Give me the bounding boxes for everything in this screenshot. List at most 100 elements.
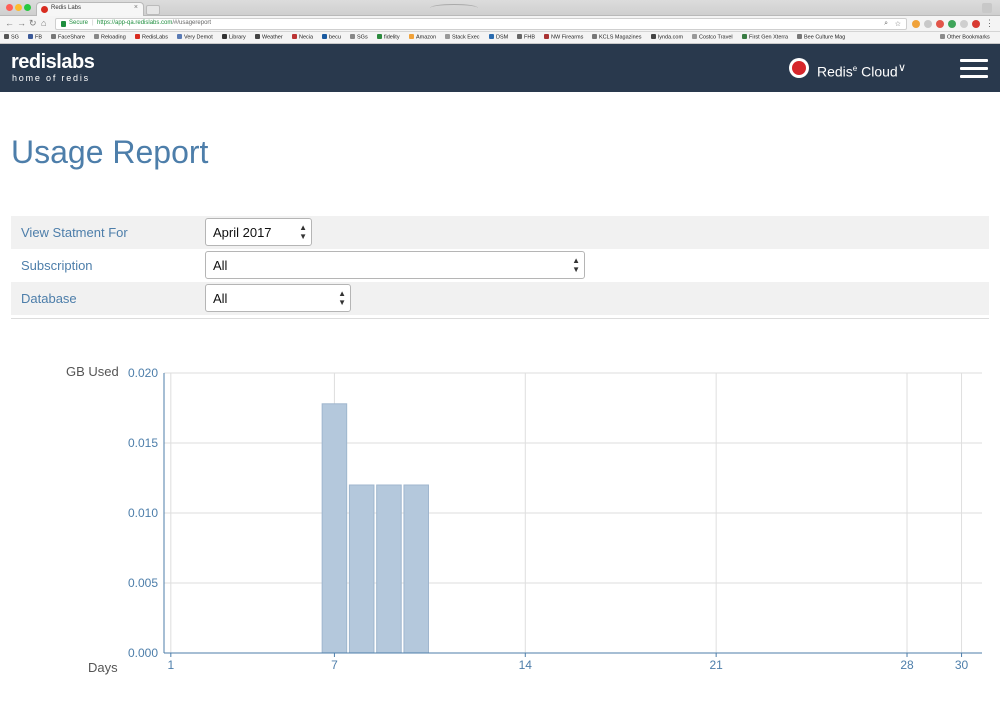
subscription-select[interactable]: All ▲ ▼ <box>205 251 585 279</box>
other-bookmarks[interactable]: Other Bookmarks <box>940 34 990 41</box>
bookmark-item[interactable]: First Gen Xterra <box>742 34 788 41</box>
usage-bar-day-10[interactable] <box>403 484 429 654</box>
hamburger-menu-icon[interactable] <box>960 59 988 79</box>
usage-bar-day-9[interactable] <box>376 484 402 654</box>
secure-label: Secure <box>69 20 89 26</box>
x-axis-title: Days <box>88 660 118 675</box>
window-decoration <box>430 4 478 12</box>
y-tick-label: 0.015 <box>128 436 158 450</box>
bookmark-item[interactable]: Bee Culture Mag <box>797 34 845 41</box>
browser-tab-strip: Redis Labs × <box>0 0 1000 16</box>
extension-icon[interactable] <box>924 20 932 28</box>
subscription-label: Subscription <box>21 258 93 273</box>
reload-icon[interactable]: ↻ <box>29 18 37 29</box>
select-arrows-icon: ▲ ▼ <box>338 289 346 307</box>
statement-month-select[interactable]: April 2017 ▲ ▼ <box>205 218 312 246</box>
bookmark-item[interactable]: Very Demot <box>177 34 213 41</box>
bookmark-label: Reloading <box>101 34 126 41</box>
bookmark-icon <box>409 34 414 39</box>
back-icon[interactable]: ← <box>5 18 14 29</box>
bookmark-label: NW Firearms <box>551 34 584 41</box>
extension-icon[interactable] <box>948 20 956 28</box>
product-switcher[interactable]: Redise Cloud <box>817 61 898 80</box>
url-host: https://app-qa.redislabs.com <box>97 20 173 26</box>
bookmark-icon <box>350 34 355 39</box>
window-close-icon[interactable] <box>6 4 13 11</box>
statement-label: View Statment For <box>21 225 128 240</box>
bookmark-label: Stack Exec <box>452 34 480 41</box>
extension-icon[interactable] <box>972 20 980 28</box>
usage-bar-day-7[interactable] <box>321 403 348 654</box>
bookmark-item[interactable]: SGs <box>350 34 368 41</box>
usage-bar-day-8[interactable] <box>348 484 375 654</box>
bookmark-item[interactable]: NW Firearms <box>544 34 583 41</box>
select-arrows-icon: ▲ ▼ <box>299 223 307 241</box>
bookmark-item[interactable]: Costco Travel <box>692 34 733 41</box>
chevron-down-icon[interactable]: ∨ <box>898 61 906 75</box>
bookmark-item[interactable]: FB <box>28 34 42 41</box>
database-value: All <box>213 291 228 306</box>
select-arrows-icon: ▲ ▼ <box>572 256 580 274</box>
bookmark-label: SG <box>11 34 19 41</box>
new-tab-button[interactable] <box>146 5 160 15</box>
x-tick-label: 1 <box>167 658 174 672</box>
home-icon[interactable]: ⌂ <box>41 18 46 29</box>
bookmark-icon <box>135 34 140 39</box>
window-maximize-icon[interactable] <box>24 4 31 11</box>
bookmark-item[interactable]: RedisLabs <box>135 34 168 41</box>
bookmark-icon <box>742 34 747 39</box>
page-title: Usage Report <box>11 134 209 170</box>
y-tick-label: 0.000 <box>128 646 158 660</box>
tab-title: Redis Labs <box>51 5 82 11</box>
subscription-value: All <box>213 258 228 273</box>
bookmark-item[interactable]: Necia <box>292 34 313 41</box>
address-bar[interactable]: Secure | https://app-qa.redislabs.com/#/… <box>55 18 907 30</box>
bookmark-icon <box>292 34 297 39</box>
browser-profile-icon[interactable] <box>982 3 992 13</box>
bookmark-item[interactable]: Stack Exec <box>445 34 480 41</box>
bookmark-item[interactable]: Amazon <box>409 34 436 41</box>
bookmark-label: SGs <box>357 34 368 41</box>
bookmark-item[interactable]: lynda.com <box>651 34 683 41</box>
redislabs-logo[interactable]: redislabs <box>11 52 95 72</box>
browser-tab[interactable]: Redis Labs × <box>36 2 144 16</box>
forward-icon[interactable]: → <box>17 18 26 29</box>
bookmark-icon <box>517 34 522 39</box>
bookmark-item[interactable]: FHB <box>517 34 535 41</box>
browser-menu-icon[interactable]: ⋮ <box>985 18 994 29</box>
bookmark-star-icon[interactable]: ☆ <box>895 20 901 28</box>
bookmarks-bar: SG FB FaceShare Reloading RedisLabs Very Demo… <box>0 32 1000 44</box>
x-tick-label: 30 <box>955 658 969 672</box>
statement-month-value: April 2017 <box>213 225 272 240</box>
bookmark-item[interactable]: Reloading <box>94 34 126 41</box>
y-tick-label: 0.020 <box>128 366 158 380</box>
bookmark-icon <box>651 34 656 39</box>
site-header: redislabs home of redis Redise Cloud ∨ <box>0 44 1000 92</box>
bookmark-label: fidelity <box>384 34 400 41</box>
bookmark-icon <box>28 34 33 39</box>
tab-close-icon[interactable]: × <box>134 4 138 11</box>
bookmark-item[interactable]: SG <box>4 34 19 41</box>
bookmark-icon <box>797 34 802 39</box>
bookmark-item[interactable]: Weather <box>255 34 283 41</box>
subscription-row: Subscription All ▲ ▼ <box>11 249 989 282</box>
bookmark-item[interactable]: KCLS Magazines <box>592 34 642 41</box>
bookmark-item[interactable]: FaceShare <box>51 34 85 41</box>
address-separator: | <box>92 20 94 26</box>
extension-icon[interactable] <box>936 20 944 28</box>
filters-divider <box>11 318 989 319</box>
database-label: Database <box>21 291 77 306</box>
zoom-icon[interactable]: ⌕ <box>884 20 888 28</box>
window-minimize-icon[interactable] <box>15 4 22 11</box>
bookmark-item[interactable]: becu <box>322 34 341 41</box>
bookmark-label: becu <box>329 34 341 41</box>
bookmark-item[interactable]: DSM <box>489 34 508 41</box>
database-select[interactable]: All ▲ ▼ <box>205 284 351 312</box>
extension-icon[interactable] <box>912 20 920 28</box>
filters-panel: View Statment For April 2017 ▲ ▼ Subscrip… <box>11 216 989 315</box>
extension-icon[interactable] <box>960 20 968 28</box>
bookmark-item[interactable]: Library <box>222 34 246 41</box>
y-tick-label: 0.005 <box>128 576 158 590</box>
redis-favicon-icon <box>41 6 48 13</box>
bookmark-item[interactable]: fidelity <box>377 34 400 41</box>
